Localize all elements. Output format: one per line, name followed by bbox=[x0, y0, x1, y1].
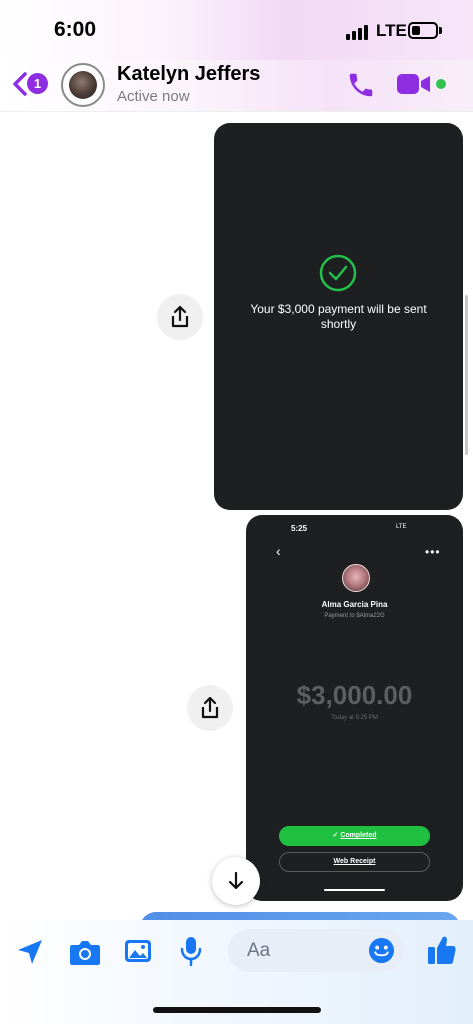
contact-name[interactable]: Katelyn Jeffers bbox=[117, 63, 260, 86]
avatar[interactable] bbox=[61, 63, 105, 107]
unread-badge[interactable]: 1 bbox=[27, 73, 48, 94]
completed-label: Completed bbox=[340, 832, 377, 839]
payment-message: Your $3,000 payment will be sent shortly bbox=[250, 302, 427, 331]
image-message[interactable]: Your $3,000 payment will be sent shortly bbox=[214, 123, 463, 510]
scroll-to-bottom-button[interactable] bbox=[212, 857, 260, 905]
share-button[interactable] bbox=[187, 685, 233, 731]
check-circle-icon bbox=[319, 254, 357, 292]
inner-home-indicator bbox=[324, 889, 385, 891]
recipient-avatar bbox=[342, 564, 370, 592]
network-label: LTE bbox=[376, 21, 407, 40]
scrollbar[interactable] bbox=[465, 295, 468, 455]
payment-amount: $3,000.00 bbox=[296, 680, 413, 710]
status-bar: 6:00 LTE bbox=[0, 0, 473, 60]
active-status: Active now bbox=[117, 88, 190, 105]
inner-network-label: LTE bbox=[396, 524, 407, 530]
emoji-icon[interactable] bbox=[368, 937, 395, 964]
completed-status: ✓ Completed bbox=[279, 826, 430, 846]
camera-icon[interactable] bbox=[69, 938, 101, 966]
recipient-name: Alma Garcia Pina bbox=[321, 600, 388, 609]
status-time: 6:00 bbox=[54, 18, 97, 41]
online-indicator bbox=[436, 79, 446, 89]
microphone-icon[interactable] bbox=[179, 935, 203, 967]
payment-time: Today at 5:25 PM bbox=[331, 715, 378, 721]
arrow-down-icon bbox=[228, 871, 244, 890]
chat-header: 1 Katelyn Jeffers Active now bbox=[0, 60, 473, 112]
inner-more-icon: ••• bbox=[425, 545, 441, 559]
image-message[interactable]: 5:25 LTE ‹ ••• Alma Garcia Pina Payment … bbox=[246, 515, 463, 901]
inner-back-icon: ‹ bbox=[276, 543, 281, 559]
share-icon bbox=[201, 696, 219, 719]
battery-icon bbox=[408, 22, 438, 39]
share-icon bbox=[171, 305, 189, 328]
web-receipt-button: Web Receipt bbox=[279, 852, 430, 872]
gallery-icon[interactable] bbox=[123, 937, 153, 965]
recipient-cashtag: Payment to $Alma22G bbox=[324, 613, 385, 619]
web-receipt-label: Web Receipt bbox=[333, 858, 376, 865]
home-indicator bbox=[153, 1007, 321, 1013]
phone-icon[interactable] bbox=[346, 70, 376, 100]
message-input[interactable]: Aa bbox=[228, 929, 404, 972]
header-divider bbox=[0, 111, 473, 112]
message-input-placeholder: Aa bbox=[247, 940, 271, 961]
composer: Aa bbox=[0, 920, 473, 1024]
inner-status-time: 5:25 bbox=[291, 524, 308, 533]
video-camera-icon[interactable] bbox=[397, 73, 431, 95]
signal-icon bbox=[346, 24, 370, 40]
location-icon[interactable] bbox=[16, 938, 44, 966]
thumbs-up-icon[interactable] bbox=[427, 934, 457, 966]
share-button[interactable] bbox=[157, 294, 203, 340]
battery-tip bbox=[439, 27, 442, 34]
